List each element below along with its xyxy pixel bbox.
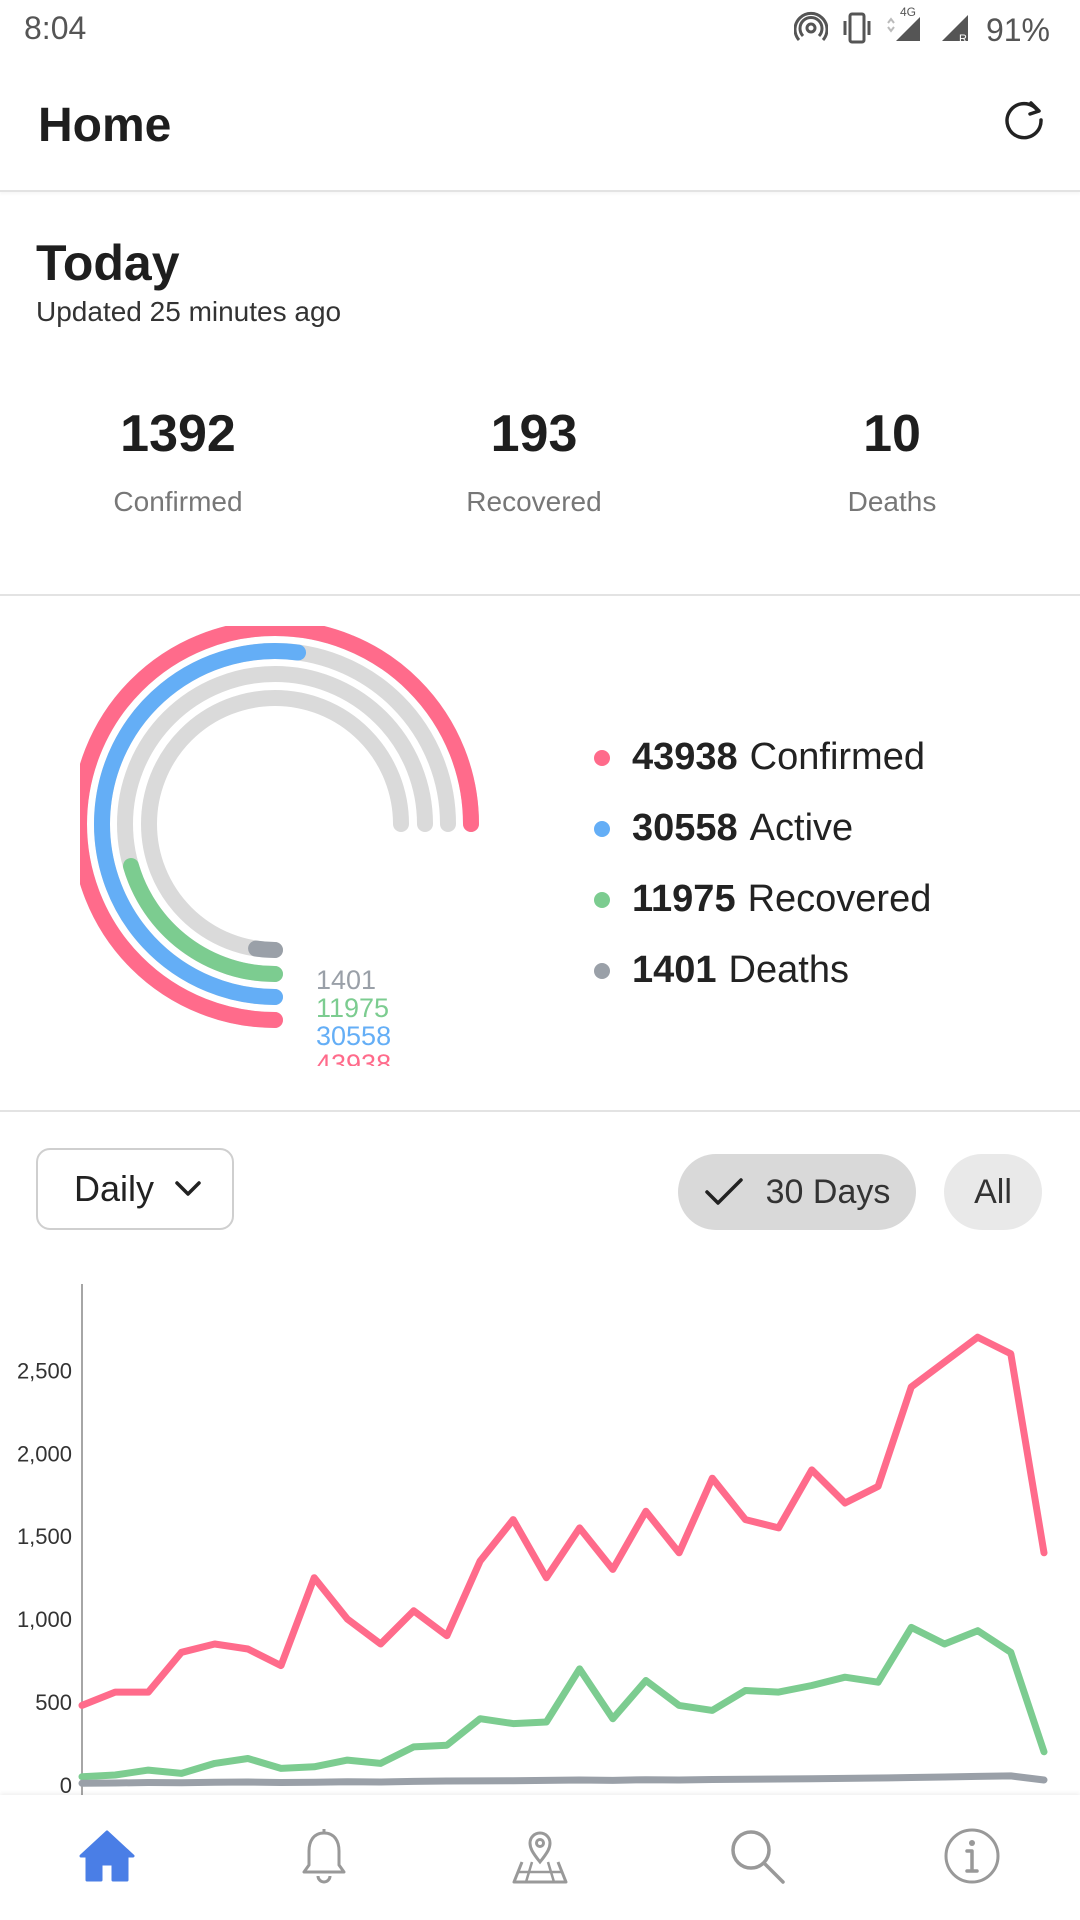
totals-section: 1401 11975 30558 43938 43938 Confirmed 3…: [0, 596, 1080, 1112]
stat-value: 193: [490, 405, 578, 463]
info-icon: [942, 1826, 1002, 1891]
legend-value: 43938: [632, 736, 738, 778]
check-icon: [704, 1176, 744, 1208]
legend-dot: [594, 891, 610, 908]
legend-dot: [594, 820, 610, 837]
legend-label: Confirmed: [749, 736, 925, 778]
map-pin-icon: [510, 1826, 570, 1891]
svg-text:R: R: [959, 33, 967, 45]
radial-ring-chart: 1401 11975 30558 43938: [80, 626, 479, 1066]
chevron-down-icon: [174, 1180, 202, 1198]
page-title: Home: [38, 99, 172, 152]
signal-roaming-icon: R: [940, 11, 972, 50]
nav-info[interactable]: [937, 1823, 1007, 1893]
chart-controls: Daily 30 Days All: [0, 1112, 1080, 1252]
ring-label-recovered: 11975: [316, 993, 389, 1023]
y-tick-label: 2,500: [17, 1358, 72, 1383]
totals-legend: 43938 Confirmed 30558 Active 11975 Recov…: [594, 722, 931, 1006]
y-tick-label: 1,500: [17, 1524, 72, 1549]
legend-label: Deaths: [728, 949, 849, 991]
app-bar: Home: [0, 62, 1080, 192]
chip-all[interactable]: All: [944, 1154, 1042, 1230]
ring-arc-confirmed: [80, 626, 479, 1028]
nav-map[interactable]: [505, 1823, 575, 1893]
y-tick-label: 1,000: [17, 1607, 72, 1632]
series-line-1: [78, 1623, 1048, 1781]
ring-label-active: 30558: [316, 1021, 391, 1051]
stat-confirmed: 1392 Confirmed: [28, 404, 328, 518]
bell-icon: [299, 1827, 349, 1890]
legend-value: 11975: [632, 878, 736, 920]
home-icon: [77, 1828, 137, 1889]
refresh-icon: [1001, 97, 1047, 148]
bottom-nav: [0, 1795, 1080, 1920]
stat-label: Confirmed: [113, 486, 243, 517]
today-title: Today: [36, 235, 180, 291]
stat-value: 1392: [120, 405, 236, 463]
stat-deaths: 10 Deaths: [742, 404, 1042, 518]
today-section: Today Updated 25 minutes ago 1392 Confir…: [0, 190, 1080, 596]
chip-30-days[interactable]: 30 Days: [678, 1154, 916, 1230]
status-icons: 4G R 91%: [793, 5, 1050, 52]
legend-item-deaths: 1401 Deaths: [594, 935, 931, 1006]
ring-track-deaths: [141, 690, 409, 958]
search-icon: [727, 1826, 787, 1891]
legend-label: Active: [749, 807, 854, 849]
status-time: 8:04: [24, 10, 87, 46]
signal-icon: 4G: [886, 5, 926, 50]
legend-value: 1401: [632, 949, 717, 991]
chip-30-days-label: 30 Days: [765, 1172, 891, 1211]
status-bar: 8:04 4G R 91%: [0, 0, 1080, 60]
stat-value: 10: [863, 405, 921, 463]
legend-dot: [594, 962, 610, 979]
period-dropdown-value: Daily: [74, 1168, 155, 1209]
legend-item-active: 30558 Active: [594, 793, 931, 864]
chip-all-label: All: [974, 1172, 1012, 1211]
daily-line-chart: 0 500 1,000 1,500 2,000 2,500: [0, 1280, 1080, 1795]
nav-home[interactable]: [72, 1823, 142, 1893]
series-line-2: [78, 1772, 1048, 1787]
ring-arc-deaths: [248, 940, 283, 958]
refresh-button[interactable]: [996, 94, 1052, 150]
hotspot-icon: [793, 11, 829, 50]
nav-notifications[interactable]: [289, 1823, 359, 1893]
battery-level: 91%: [985, 11, 1050, 48]
y-tick-label: 500: [35, 1690, 72, 1715]
legend-label: Recovered: [747, 878, 932, 920]
nav-search[interactable]: [722, 1823, 792, 1893]
stat-recovered: 193 Recovered: [384, 404, 684, 518]
period-dropdown[interactable]: Daily: [36, 1148, 234, 1230]
ring-label-confirmed: 43938: [316, 1049, 391, 1066]
legend-item-recovered: 11975 Recovered: [594, 864, 931, 935]
stat-label: Recovered: [466, 486, 602, 517]
network-type: 4G: [899, 4, 916, 19]
ring-label-deaths: 1401: [316, 965, 376, 995]
legend-item-confirmed: 43938 Confirmed: [594, 722, 931, 793]
updated-time: Updated 25 minutes ago: [36, 296, 342, 327]
vibrate-icon: [842, 11, 872, 50]
legend-dot: [594, 749, 610, 766]
line-chart-svg: 0 500 1,000 1,500 2,000 2,500: [17, 1284, 1048, 1795]
y-tick-label: 2,000: [17, 1441, 72, 1466]
legend-value: 30558: [632, 807, 738, 849]
stat-label: Deaths: [847, 486, 937, 517]
y-tick-label: 0: [60, 1773, 72, 1795]
